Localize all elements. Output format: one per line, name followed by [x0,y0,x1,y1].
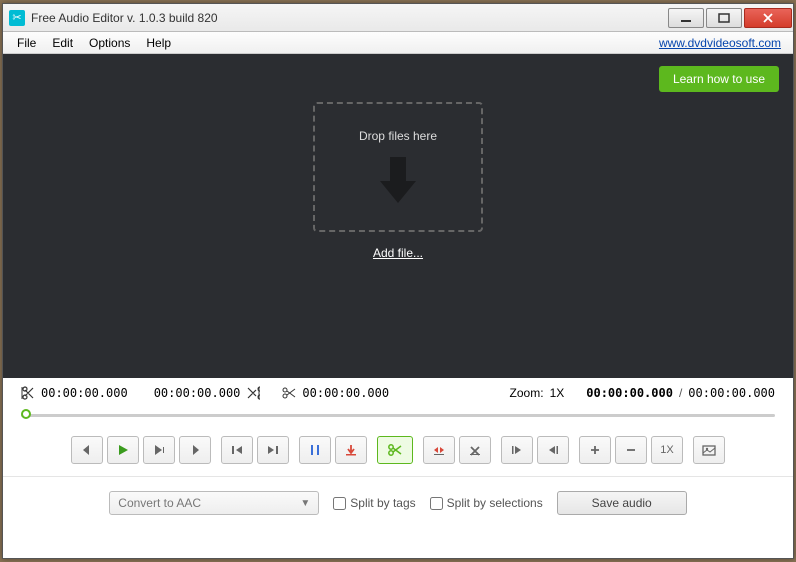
speed-label: 1X [660,444,673,456]
zoom-value: 1X [550,386,565,400]
split-selections-checkbox[interactable]: Split by selections [430,496,543,510]
bottom-bar: Convert to AAC ▼ Split by tags Split by … [3,476,793,533]
dropzone[interactable]: Drop files here [313,102,483,232]
split-sel-label: Split by selections [447,496,543,510]
menu-options[interactable]: Options [81,34,138,52]
waveform-canvas: Learn how to use Drop files here Add fil… [3,54,793,378]
skip-forward-button[interactable] [179,436,211,464]
convert-label: Convert to AAC [118,496,201,510]
window-title: Free Audio Editor v. 1.0.3 build 820 [31,11,667,25]
trim-time: 00:00:00.000 [302,386,389,400]
site-link[interactable]: www.dvdvideosoft.com [659,36,781,50]
scissors-left-icon [21,386,35,400]
app-window: ✂ Free Audio Editor v. 1.0.3 build 820 F… [2,3,794,559]
arrow-down-icon [377,155,419,205]
menu-edit[interactable]: Edit [44,34,81,52]
menu-file[interactable]: File [9,34,44,52]
convert-dropdown[interactable]: Convert to AAC ▼ [109,491,319,515]
set-markers-button[interactable] [299,436,331,464]
timebar: 00:00:00.000 00:00:00.000 00:00:00.000 Z… [3,378,793,404]
titlebar: ✂ Free Audio Editor v. 1.0.3 build 820 [3,4,793,32]
zoom-reset-button[interactable]: 1X [651,436,683,464]
menu-help[interactable]: Help [138,34,179,52]
duration-time: 00:00:00.000 [688,386,775,400]
zoom-out-button[interactable] [615,436,647,464]
selection-start: 00:00:00.000 [41,386,128,400]
chevron-down-icon: ▼ [300,498,310,509]
close-button[interactable] [744,8,792,28]
zoom-label: Zoom: [510,386,544,400]
menubar: File Edit Options Help www.dvdvideosoft.… [3,32,793,54]
cut-button[interactable] [377,436,413,464]
seek-slider[interactable] [21,406,775,424]
scissors-right-icon [246,386,260,400]
next-marker-button[interactable] [257,436,289,464]
scissors-icon [282,386,296,400]
add-file-link[interactable]: Add file... [373,246,423,260]
zoom-in-button[interactable] [579,436,611,464]
trim-in-button[interactable] [423,436,455,464]
slider-track [21,414,775,417]
split-tags-checkbox[interactable]: Split by tags [333,496,415,510]
app-icon: ✂ [9,10,25,26]
minimize-button[interactable] [668,8,704,28]
drop-text: Drop files here [359,129,437,143]
position-time: 00:00:00.000 [586,386,673,400]
skip-back-button[interactable] [71,436,103,464]
maximize-button[interactable] [706,8,742,28]
play-selection-button[interactable] [143,436,175,464]
slider-thumb[interactable] [21,409,31,419]
time-separator: / [679,386,682,400]
snapshot-button[interactable] [693,436,725,464]
split-tags-input[interactable] [333,497,346,510]
learn-button[interactable]: Learn how to use [659,66,779,92]
split-tags-label: Split by tags [350,496,415,510]
delete-selection-button[interactable] [459,436,491,464]
window-controls [667,8,793,28]
play-button[interactable] [107,436,139,464]
save-audio-button[interactable]: Save audio [557,491,687,515]
prev-marker-button[interactable] [221,436,253,464]
split-sel-input[interactable] [430,497,443,510]
sel-start-button[interactable] [501,436,533,464]
marker-down-button[interactable] [335,436,367,464]
sel-end-button[interactable] [537,436,569,464]
toolbar: 1X [3,430,793,476]
selection-end: 00:00:00.000 [154,386,241,400]
